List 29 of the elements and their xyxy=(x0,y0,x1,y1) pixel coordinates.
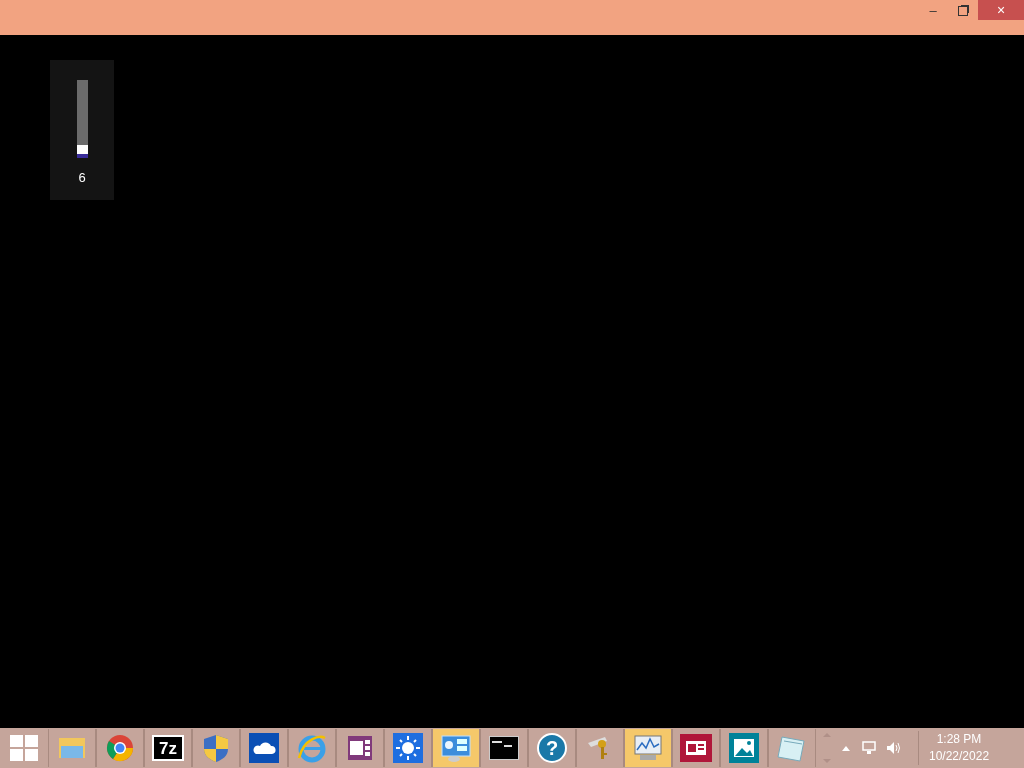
taskbar-button[interactable] xyxy=(480,729,528,767)
volume-value: 6 xyxy=(78,169,86,187)
sun-icon xyxy=(393,733,423,763)
restore-icon[interactable] xyxy=(958,6,968,16)
tray-up-icon[interactable] xyxy=(842,745,850,751)
taskbar-button[interactable] xyxy=(240,729,288,767)
taskbar-button[interactable]: 7z xyxy=(144,729,192,767)
help-icon: ? xyxy=(537,733,567,763)
taskbar-button[interactable] xyxy=(336,729,384,767)
notebook-icon xyxy=(345,733,375,763)
browser-icon xyxy=(296,733,328,763)
photo-icon xyxy=(729,733,759,763)
chrome-icon xyxy=(105,733,135,763)
volume-slider[interactable] xyxy=(76,80,88,158)
taskbar-button[interactable] xyxy=(672,729,720,767)
notepad-icon xyxy=(776,733,808,763)
news-icon xyxy=(680,734,712,762)
shield-icon xyxy=(202,733,230,763)
network-icon[interactable] xyxy=(862,741,878,755)
cloud-icon xyxy=(249,733,279,763)
speaker-icon[interactable] xyxy=(886,741,902,755)
taskbar-button[interactable]: ? xyxy=(528,729,576,767)
monitor-icon xyxy=(632,733,664,763)
start-icon[interactable] xyxy=(10,735,38,761)
archive-icon: 7z xyxy=(152,735,184,761)
minimize-button[interactable]: – xyxy=(918,0,948,22)
control-panel-icon xyxy=(440,733,472,763)
terminal-icon xyxy=(489,736,519,760)
close-button[interactable]: × xyxy=(978,0,1024,20)
